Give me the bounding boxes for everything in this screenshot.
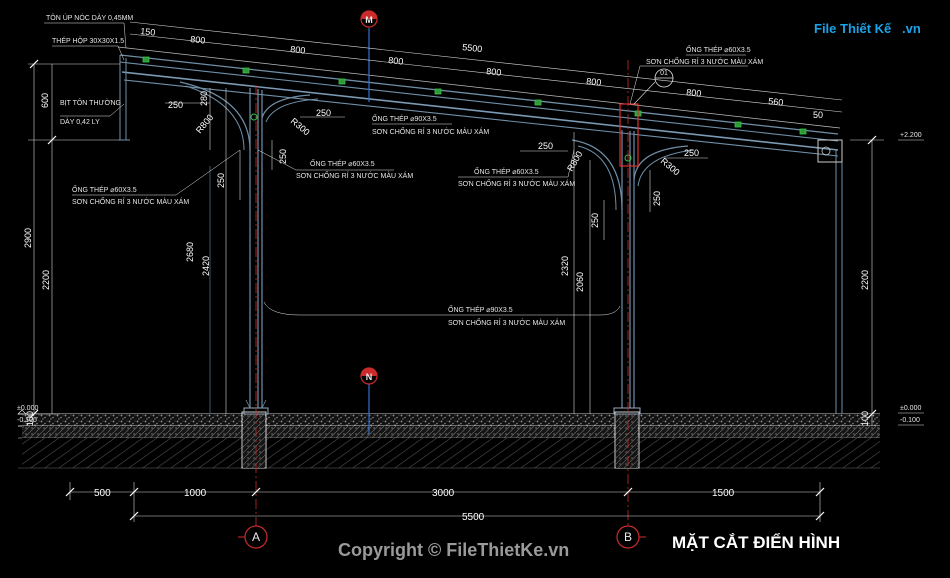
section-marker-n: N xyxy=(360,367,378,385)
note-pipe60-mid-title: ỐNG THÉP ⌀60X3.5 xyxy=(310,158,375,168)
steel-frame xyxy=(117,46,843,415)
dim-h280: 280 xyxy=(199,91,209,106)
concrete-layer xyxy=(22,426,880,438)
logo-suffix: .vn xyxy=(902,21,921,36)
note-pipe90-top-title: ỐNG THÉP ⌀90X3.5 xyxy=(372,113,437,123)
dim-bottom-500: 500 xyxy=(94,488,111,499)
note-pipe60-mid-paint: SƠN CHỐNG RỈ 3 NƯỚC MÀU XÁM xyxy=(296,170,413,180)
dim-h2200-right: 2200 xyxy=(860,270,870,290)
section-drawing: A B M N 01 150 800 800 800 800 800 800 5… xyxy=(17,10,924,560)
dim-purlin-6: 800 xyxy=(686,87,702,99)
dim-purlin-3: 800 xyxy=(388,55,404,67)
logo: File Thiết Kế .vn xyxy=(814,21,921,36)
dim-end-50: 50 xyxy=(813,110,823,120)
dim-h2060: 2060 xyxy=(575,272,585,292)
marker-m-label: M xyxy=(365,15,373,25)
dim-purlin-4: 800 xyxy=(486,66,502,78)
note-pipe60-right-paint: SƠN CHỐNG RỈ 3 NƯỚC MÀU XÁM xyxy=(646,56,763,66)
note-pipe90-low-paint: SƠN CHỐNG RỈ 3 NƯỚC MÀU XÁM xyxy=(448,317,565,327)
dim-bottom-1500: 1500 xyxy=(712,488,735,499)
drawing-title: MẶT CẮT ĐIỂN HÌNH xyxy=(672,533,840,552)
level-marks: ±0.000 -0.100 +2.200 ±0.000 -0.100 xyxy=(17,132,924,426)
detail-marker-label: 01 xyxy=(660,70,668,77)
detail-marker-01: 01 xyxy=(633,68,674,105)
level-left-zero: ±0.000 xyxy=(17,405,38,412)
note-pipe60-b-title: ỐNG THÉP ⌀60X3.5 xyxy=(474,166,539,176)
dim-w250-d: 250 xyxy=(684,148,699,158)
soil-layer xyxy=(22,438,880,468)
dim-h250b: 250 xyxy=(278,149,288,164)
note-roof-cap: TÔN ÚP NÓC DÀY 0,45MM xyxy=(46,13,133,22)
note-box-steel: THÉP HỘP 30X30X1.5 xyxy=(52,36,124,45)
dim-r800-a: R800 xyxy=(194,112,215,135)
dim-r800-b: R800 xyxy=(565,149,584,173)
note-pipe60-left-paint: SƠN CHỐNG RỈ 3 NƯỚC MÀU XÁM xyxy=(72,196,189,206)
note-pipe60-b-paint: SƠN CHỐNG RỈ 3 NƯỚC MÀU XÁM xyxy=(458,178,575,188)
dim-bottom-total: 5500 xyxy=(462,512,485,523)
ground xyxy=(18,411,880,469)
dim-bottom-1000: 1000 xyxy=(184,488,207,499)
dim-h2420: 2420 xyxy=(201,256,211,276)
dim-purlin-5: 800 xyxy=(586,76,602,88)
gravel-layer xyxy=(22,414,880,426)
section-marker-m: M xyxy=(360,10,378,28)
dim-purlin-7: 560 xyxy=(768,96,784,108)
dim-r300-b: R300 xyxy=(659,156,682,177)
note-pipe90-top-paint: SƠN CHỐNG RỈ 3 NƯỚC MÀU XÁM xyxy=(372,126,489,136)
dim-h250c: 250 xyxy=(590,213,600,228)
dim-r300-a: R300 xyxy=(289,116,312,137)
note-pipe60-right-title: ỐNG THÉP ⌀60X3.5 xyxy=(686,44,751,54)
copyright-text: Copyright © FileThietKe.vn xyxy=(338,540,569,560)
dim-w250-a: 250 xyxy=(168,100,183,110)
axis-bubble-a: A xyxy=(238,525,268,549)
axis-a-label: A xyxy=(252,530,260,544)
level-left-minus: -0.100 xyxy=(17,417,37,424)
note-pipe90-low-title: ỐNG THÉP ⌀90X3.5 xyxy=(448,304,513,314)
logo-text: File Thiết Kế xyxy=(814,21,892,36)
note-trim: BỊT TÔN THƯỜNG xyxy=(60,98,121,107)
axis-bubble-b: B xyxy=(616,525,646,549)
level-right-minus: -0.100 xyxy=(900,417,920,424)
dim-h2200: 2200 xyxy=(41,270,51,290)
dim-purlin-1: 800 xyxy=(190,34,206,46)
dim-h100-right: 100 xyxy=(860,411,870,426)
marker-n-label: N xyxy=(366,372,373,382)
dim-top-total: 5500 xyxy=(462,42,483,54)
dim-w250-b: 250 xyxy=(316,108,331,118)
annotations: TÔN ÚP NÓC DÀY 0,45MM THÉP HỘP 30X30X1.5… xyxy=(44,13,763,327)
dim-h2680: 2680 xyxy=(185,242,195,262)
dim-w250-c: 250 xyxy=(538,141,553,151)
axis-b-label: B xyxy=(624,530,632,544)
dim-h2320: 2320 xyxy=(560,256,570,276)
dim-h600: 600 xyxy=(40,93,50,108)
dim-bottom-3000: 3000 xyxy=(432,488,455,499)
dim-top-150: 150 xyxy=(140,26,156,38)
note-pipe60-left-title: ỐNG THÉP ⌀60X3.5 xyxy=(72,184,137,194)
dim-h250a: 250 xyxy=(216,173,226,188)
level-right-top: +2.200 xyxy=(900,132,922,139)
note-trim-thk: DÀY 0,42 LY xyxy=(60,117,100,126)
dim-h2900: 2900 xyxy=(23,228,33,248)
dim-purlin-2: 800 xyxy=(290,44,306,56)
level-right-zero: ±0.000 xyxy=(900,405,921,412)
dim-h250d: 250 xyxy=(652,191,662,206)
